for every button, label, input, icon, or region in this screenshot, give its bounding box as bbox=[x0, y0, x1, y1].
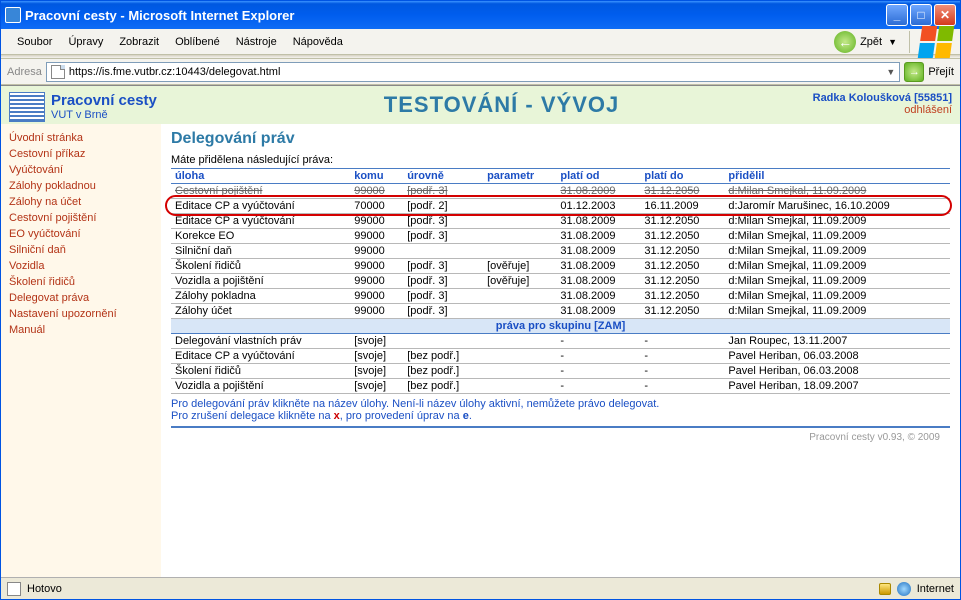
page-heading: Delegování práv bbox=[171, 130, 950, 148]
sidebar-item[interactable]: Manuál bbox=[9, 322, 153, 338]
hints: Pro delegování práv klikněte na název úl… bbox=[171, 398, 950, 422]
table-row[interactable]: Školení řidičů[svoje][bez podř.]--Pavel … bbox=[171, 364, 950, 379]
sidebar-item[interactable]: Silniční daň bbox=[9, 242, 153, 258]
user-name: Radka Koloušková [55851] bbox=[619, 92, 952, 104]
window-buttons: _ □ ✕ bbox=[886, 4, 956, 26]
url-input[interactable]: https://is.fme.vutbr.cz:10443/delegovat.… bbox=[46, 62, 900, 82]
hint-edit: Pro zrušení delegace klikněte na x, pro … bbox=[171, 410, 950, 422]
table-row[interactable]: Editace CP a vyúčtování[svoje][bez podř.… bbox=[171, 349, 950, 364]
menu-napoveda[interactable]: Nápověda bbox=[285, 34, 351, 50]
address-label: Adresa bbox=[7, 66, 42, 78]
column-header: úloha bbox=[171, 169, 350, 184]
chevron-down-icon: ▼ bbox=[888, 37, 897, 47]
table-row[interactable]: Silniční daň9900031.08.200931.12.2050d:M… bbox=[171, 244, 950, 259]
page-icon bbox=[51, 65, 65, 79]
content-viewport: Pracovní cesty VUT v Brně TESTOVÁNÍ - VÝ… bbox=[1, 85, 960, 577]
table-row[interactable]: Editace CP a vyúčtování70000[podř. 2]01.… bbox=[171, 199, 950, 214]
app-subtitle: VUT v Brně bbox=[51, 109, 384, 121]
sidebar-item[interactable]: Zálohy na účet bbox=[9, 194, 153, 210]
ie-icon bbox=[5, 7, 21, 23]
lock-icon bbox=[879, 583, 891, 595]
minimize-button[interactable]: _ bbox=[886, 4, 908, 26]
menu-upravy[interactable]: Úpravy bbox=[60, 34, 111, 50]
status-bar: Hotovo Internet bbox=[1, 577, 960, 599]
url-text: https://is.fme.vutbr.cz:10443/delegovat.… bbox=[69, 66, 881, 78]
sidebar-item[interactable]: Zálohy pokladnou bbox=[9, 178, 153, 194]
column-header: platí do bbox=[640, 169, 724, 184]
sidebar-item[interactable]: Vyúčtování bbox=[9, 162, 153, 178]
sidebar-item[interactable]: Cestovní pojištění bbox=[9, 210, 153, 226]
hint-delegate: Pro delegování práv klikněte na název úl… bbox=[171, 398, 950, 410]
menu-soubor[interactable]: Soubor bbox=[9, 34, 60, 50]
page-footer: Pracovní cesty v0.93, © 2009 bbox=[171, 426, 950, 443]
menu-nastroje[interactable]: Nástroje bbox=[228, 34, 285, 50]
table-row[interactable]: Vozidla a pojištění[svoje][bez podř.]--P… bbox=[171, 379, 950, 394]
page-banner: Pracovní cesty VUT v Brně TESTOVÁNÍ - VÝ… bbox=[1, 86, 960, 124]
column-header: komu bbox=[350, 169, 403, 184]
sidebar-item[interactable]: Školení řidičů bbox=[9, 274, 153, 290]
column-header: parametr bbox=[483, 169, 556, 184]
logout-link[interactable]: odhlášení bbox=[904, 104, 952, 116]
sidebar: Úvodní stránkaCestovní příkazVyúčtováníZ… bbox=[1, 124, 161, 577]
globe-icon bbox=[897, 582, 911, 596]
close-button[interactable]: ✕ bbox=[934, 4, 956, 26]
content-area: Delegování práv Máte přidělena následují… bbox=[161, 124, 960, 577]
zone-text: Internet bbox=[917, 583, 954, 595]
column-header: platí od bbox=[556, 169, 640, 184]
lead-text: Máte přidělena následující práva: bbox=[171, 154, 950, 166]
chevron-down-icon[interactable]: ▼ bbox=[886, 67, 895, 77]
menu-zobrazit[interactable]: Zobrazit bbox=[111, 34, 167, 50]
sidebar-item[interactable]: Delegovat práva bbox=[9, 290, 153, 306]
go-button[interactable]: → bbox=[904, 62, 924, 82]
titlebar: Pracovní cesty - Microsoft Internet Expl… bbox=[1, 1, 960, 29]
table-row[interactable]: Delegování vlastních práv[svoje]--Jan Ro… bbox=[171, 334, 950, 349]
page-icon bbox=[7, 582, 21, 596]
go-label: Přejít bbox=[928, 66, 954, 78]
sidebar-item[interactable]: Nastavení upozornění bbox=[9, 306, 153, 322]
status-text: Hotovo bbox=[27, 583, 62, 595]
back-arrow-icon: ← bbox=[834, 31, 856, 53]
table-row[interactable]: Zálohy pokladna99000[podř. 3]31.08.20093… bbox=[171, 289, 950, 304]
app-logo-icon bbox=[9, 92, 45, 122]
group-header: práva pro skupinu [ZAM] bbox=[171, 319, 950, 334]
windows-logo-icon bbox=[918, 26, 954, 58]
column-header: úrovně bbox=[403, 169, 483, 184]
rights-table: úlohakomuúrovněparametrplatí odplatí dop… bbox=[171, 168, 950, 394]
menubar: Soubor Úpravy Zobrazit Oblíbené Nástroje… bbox=[1, 29, 960, 55]
app-title: Pracovní cesty bbox=[51, 92, 384, 109]
table-row[interactable]: Vozidla a pojištění99000[podř. 3][ověřuj… bbox=[171, 274, 950, 289]
table-row[interactable]: Korekce EO99000[podř. 3]31.08.200931.12.… bbox=[171, 229, 950, 244]
sidebar-item[interactable]: Vozidla bbox=[9, 258, 153, 274]
address-bar: Adresa https://is.fme.vutbr.cz:10443/del… bbox=[1, 59, 960, 85]
sidebar-item[interactable]: Cestovní příkaz bbox=[9, 146, 153, 162]
table-row[interactable]: Cestovní pojištění99000[podř. 3]31.08.20… bbox=[171, 184, 950, 199]
sidebar-item[interactable]: EO vyúčtování bbox=[9, 226, 153, 242]
back-button[interactable]: ← Zpět ▼ bbox=[826, 29, 905, 55]
window-title: Pracovní cesty - Microsoft Internet Expl… bbox=[25, 8, 886, 23]
environment-label: TESTOVÁNÍ - VÝVOJ bbox=[384, 92, 619, 118]
menu-oblibene[interactable]: Oblíbené bbox=[167, 34, 228, 50]
sidebar-item[interactable]: Úvodní stránka bbox=[9, 130, 153, 146]
maximize-button[interactable]: □ bbox=[910, 4, 932, 26]
column-header: přidělil bbox=[724, 169, 950, 184]
table-row[interactable]: Zálohy účet99000[podř. 3]31.08.200931.12… bbox=[171, 304, 950, 319]
app-window: Pracovní cesty - Microsoft Internet Expl… bbox=[0, 0, 961, 600]
table-row[interactable]: Editace CP a vyúčtování99000[podř. 3]31.… bbox=[171, 214, 950, 229]
table-row[interactable]: Školení řidičů99000[podř. 3][ověřuje]31.… bbox=[171, 259, 950, 274]
